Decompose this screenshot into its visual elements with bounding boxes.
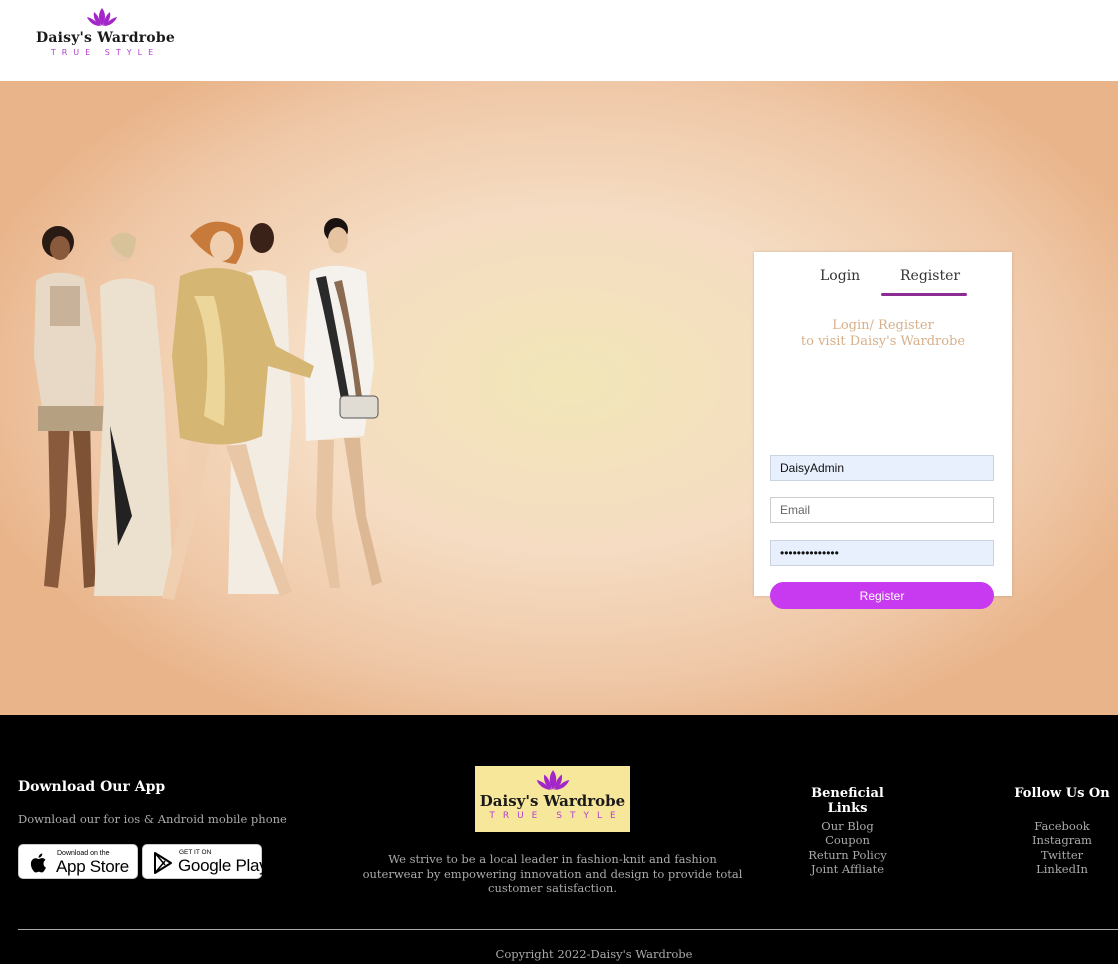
site-footer: Download Our App Download our for ios & …	[0, 715, 1118, 964]
lotus-icon	[536, 770, 569, 790]
beneficial-links-list: Our Blog Coupon Return Policy Joint Affl…	[790, 819, 905, 876]
link-twitter[interactable]: Twitter	[1012, 848, 1112, 862]
model-figure-1	[34, 226, 108, 588]
copyright-text: Copyright 2022-Daisy's Wardrobe	[495, 947, 693, 961]
email-field[interactable]	[770, 497, 994, 523]
social-links-list: Facebook Instagram Twitter LinkedIn	[1012, 819, 1112, 876]
google-play-small-text: GET IT ON	[179, 849, 212, 856]
beneficial-links-heading: Beneficial Links	[811, 786, 884, 816]
link-instagram[interactable]: Instagram	[1012, 833, 1112, 847]
mission-statement: We strive to be a local leader in fashio…	[362, 852, 743, 895]
tab-login[interactable]: Login	[820, 268, 860, 284]
auth-subtitle: Login/ Register to visit Daisy's Wardrob…	[754, 318, 1012, 350]
tab-register[interactable]: Register	[900, 268, 960, 284]
google-play-button[interactable]: GET IT ON Google Play	[142, 844, 268, 879]
active-tab-indicator	[881, 293, 967, 296]
model-figure-5	[304, 218, 382, 588]
google-play-icon	[154, 852, 172, 874]
auth-subtitle-line2: to visit Daisy's Wardrobe	[800, 334, 966, 349]
site-header: Daisy's Wardrobe TRUE STYLE	[0, 0, 1118, 81]
link-facebook[interactable]: Facebook	[1012, 819, 1112, 833]
lotus-icon	[87, 8, 117, 26]
username-field[interactable]	[770, 455, 994, 481]
app-store-label: App Store	[56, 857, 129, 876]
app-store-small-text: Download on the	[57, 850, 110, 857]
auth-card: Login Register Login/ Register to visit …	[754, 252, 1012, 609]
download-app-text: Download our for ios & Android mobile ph…	[18, 812, 287, 826]
fashion-models-image	[34, 218, 382, 600]
site-logo[interactable]: Daisy's Wardrobe TRUE STYLE	[36, 6, 175, 57]
model-figure-2	[94, 232, 174, 596]
link-linkedin[interactable]: LinkedIn	[1012, 862, 1112, 876]
password-field[interactable]	[770, 540, 994, 566]
link-our-blog[interactable]: Our Blog	[790, 819, 905, 833]
footer-divider	[18, 929, 1118, 930]
download-app-heading: Download Our App	[18, 779, 166, 795]
brand-name: Daisy's Wardrobe	[36, 30, 175, 46]
link-coupon[interactable]: Coupon	[790, 833, 905, 847]
footer-brand-tagline: TRUE STYLE	[489, 811, 624, 821]
footer-brand-name: Daisy's Wardrobe	[479, 792, 626, 810]
hero-section: Login Register Login/ Register to visit …	[0, 81, 1118, 715]
footer-logo[interactable]: Daisy's Wardrobe TRUE STYLE	[475, 766, 630, 832]
app-store-button[interactable]: Download on the App Store	[18, 844, 138, 879]
register-button[interactable]: Register	[770, 582, 994, 609]
auth-subtitle-line1: Login/ Register	[832, 318, 934, 333]
link-return-policy[interactable]: Return Policy	[790, 848, 905, 862]
apple-icon	[30, 853, 46, 873]
follow-us-heading: Follow Us On	[1014, 786, 1110, 801]
google-play-label: Google Play	[178, 856, 268, 875]
link-joint-affliate[interactable]: Joint Affliate	[790, 862, 905, 876]
brand-tagline: TRUE STYLE	[50, 48, 160, 57]
